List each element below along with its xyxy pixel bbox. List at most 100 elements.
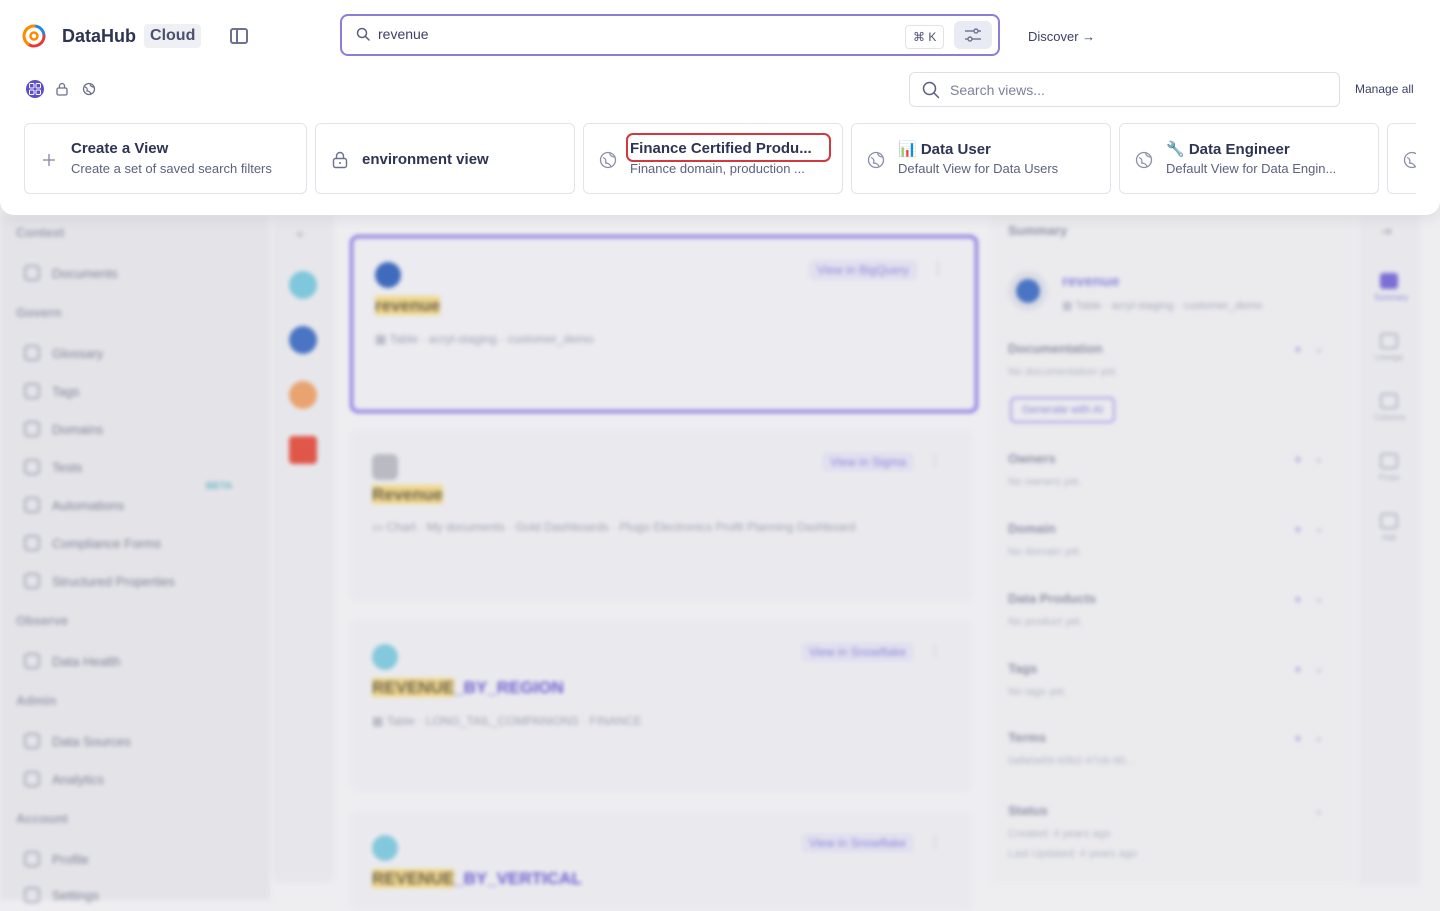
add-icon[interactable]: + (1294, 730, 1302, 746)
chevron-down-icon[interactable]: ⌄ (1314, 451, 1324, 465)
sidebar-section-govern: Govern (16, 305, 62, 320)
add-icon[interactable]: + (1294, 451, 1302, 467)
more-icon[interactable]: ⋮ (931, 260, 945, 277)
sidebar-item-tests[interactable]: Tests (24, 456, 82, 478)
sidebar-item-data-health[interactable]: Data Health (24, 650, 121, 672)
search-views-input[interactable] (948, 81, 1312, 99)
brand-name: DataHub (62, 25, 137, 46)
properties-icon (24, 573, 40, 589)
bigquery-platform-icon[interactable] (289, 326, 317, 354)
sidebar-item-automations[interactable]: Automations (24, 494, 124, 516)
rail-tab-columns[interactable]: Columns (1374, 393, 1406, 422)
manage-all-views-link[interactable]: Manage all (1355, 82, 1414, 96)
public-views-toggle[interactable] (80, 80, 98, 98)
result-name[interactable]: REVENUE_BY_VERTICAL (372, 869, 582, 889)
form-icon (24, 535, 40, 551)
sidebar-item-domains[interactable]: Domains (24, 418, 103, 440)
private-views-toggle[interactable] (53, 80, 71, 98)
brand[interactable]: DataHub Cloud (22, 24, 202, 48)
view-card-description: Default View for Data Engin... (1166, 161, 1337, 176)
global-search-bar[interactable]: ⌘ K (340, 14, 1000, 56)
result-name[interactable]: Revenue (372, 485, 443, 505)
view-in-platform-button[interactable]: View in Snowflake (800, 833, 914, 853)
result-card[interactable]: View in BigQuery ⋮ revenue ▦ Table · acr… (350, 235, 978, 413)
view-card-description: Default View for Data Users (898, 161, 1059, 176)
entity-name[interactable]: revenue (1062, 273, 1120, 290)
result-meta: ▦ Table · acryl-staging · customer_demo (375, 332, 594, 346)
sidebar-section-observe: Observe (16, 613, 69, 628)
search-views-field[interactable] (909, 72, 1340, 107)
more-icon[interactable]: ⋮ (928, 642, 942, 659)
lightning-icon (24, 497, 40, 513)
view-card-description: Create a set of saved search filters (71, 161, 272, 176)
view-card-partial[interactable] (1387, 123, 1416, 194)
add-icon[interactable]: + (1294, 341, 1302, 357)
rail-tab-props[interactable]: Props (1374, 453, 1404, 482)
snowflake-platform-icon[interactable] (289, 271, 317, 299)
summary-section-title: Documentation (1008, 341, 1103, 356)
view-card-finance-certified[interactable]: Finance Certified Produ... Finance domai… (583, 123, 843, 194)
generate-with-ai-button[interactable]: Generate with AI (1010, 397, 1116, 423)
collapse-icon[interactable]: « (296, 225, 304, 241)
sidebar-item-data-sources[interactable]: Data Sources (24, 730, 131, 752)
sidebar-toggle-icon[interactable] (230, 28, 248, 44)
chevron-down-icon[interactable]: ⌄ (1314, 591, 1324, 605)
view-card-title: 🔧 Data Engineer (1166, 141, 1290, 158)
collapse-right-icon[interactable]: ⇥ (1380, 223, 1392, 240)
sidebar-item-analytics[interactable]: Analytics (24, 768, 104, 790)
result-card[interactable]: View in Snowflake ⋮ REVENUE_BY_VERTICAL (350, 811, 972, 911)
sidebar-item-compliance-forms[interactable]: Compliance Forms (24, 532, 161, 554)
test-icon (24, 459, 40, 475)
rail-tab-add[interactable]: Add (1374, 513, 1404, 542)
view-card-title: Finance Certified Produ... (630, 140, 812, 157)
globe-icon (866, 150, 886, 170)
search-icon (922, 81, 940, 99)
rail-tab-summary[interactable]: Summary (1374, 273, 1408, 302)
view-card-title: Create a View (71, 140, 169, 157)
sidebar-item-profile[interactable]: Profile (24, 848, 89, 870)
discover-link[interactable]: Discover → (1028, 29, 1095, 44)
plug-icon (24, 733, 40, 749)
plus-icon (39, 150, 59, 170)
result-card[interactable]: View in Sigma ⋮ Revenue ▭ Chart · My doc… (350, 430, 972, 602)
summary-panel: Summary revenue ▦ Table · acryl-staging … (990, 215, 1356, 885)
globe-icon (82, 82, 96, 96)
sidebar-item-structured-properties[interactable]: Structured Properties (24, 570, 175, 592)
chevron-down-icon[interactable]: ⌄ (1314, 521, 1324, 535)
chevron-down-icon[interactable]: ⌄ (1314, 341, 1324, 355)
all-views-toggle[interactable] (26, 80, 44, 98)
view-card-environment[interactable]: environment view (315, 123, 575, 194)
add-icon[interactable]: + (1294, 521, 1302, 537)
view-card-data-engineer[interactable]: 🔧 Data Engineer Default View for Data En… (1119, 123, 1379, 194)
view-in-platform-button[interactable]: View in Sigma (822, 452, 914, 472)
result-name[interactable]: revenue (375, 296, 441, 316)
view-in-platform-button[interactable]: View in Snowflake (800, 642, 914, 662)
search-input[interactable] (376, 25, 900, 43)
sidebar-item-settings[interactable]: Settings (24, 884, 99, 906)
result-card[interactable]: View in Snowflake ⋮ REVENUE_BY_REGION ▦ … (350, 620, 972, 792)
create-view-card[interactable]: Create a View Create a set of saved sear… (24, 123, 307, 194)
sigma-icon (372, 454, 398, 480)
looker-platform-icon[interactable] (289, 381, 317, 409)
more-icon[interactable]: ⋮ (928, 833, 942, 850)
tableau-platform-icon[interactable] (289, 436, 317, 464)
rail-tab-lineage[interactable]: Lineage (1374, 333, 1404, 362)
snowflake-icon (372, 644, 398, 670)
view-card-data-user[interactable]: 📊 Data User Default View for Data Users (851, 123, 1111, 194)
keyboard-shortcut-hint: ⌘ K (905, 25, 945, 49)
result-name[interactable]: REVENUE_BY_REGION (372, 678, 564, 698)
views-carousel: Create a View Create a set of saved sear… (24, 123, 1416, 195)
add-icon[interactable]: + (1294, 661, 1302, 677)
chevron-down-icon[interactable]: ⌄ (1314, 661, 1324, 675)
right-rail: ⇥ Summary Lineage Columns Props Add (1358, 215, 1420, 885)
sidebar-item-glossary[interactable]: Glossary (24, 342, 103, 364)
more-icon[interactable]: ⋮ (928, 452, 942, 469)
view-in-platform-button[interactable]: View in BigQuery (809, 260, 917, 280)
book-icon (24, 345, 40, 361)
chevron-down-icon[interactable]: ⌄ (1314, 730, 1324, 744)
chevron-down-icon[interactable]: ⌄ (1314, 803, 1324, 817)
sidebar-item-documents[interactable]: Documents (24, 262, 118, 284)
sidebar-item-tags[interactable]: Tags (24, 380, 79, 402)
search-filters-button[interactable] (954, 21, 992, 49)
add-icon[interactable]: + (1294, 591, 1302, 607)
